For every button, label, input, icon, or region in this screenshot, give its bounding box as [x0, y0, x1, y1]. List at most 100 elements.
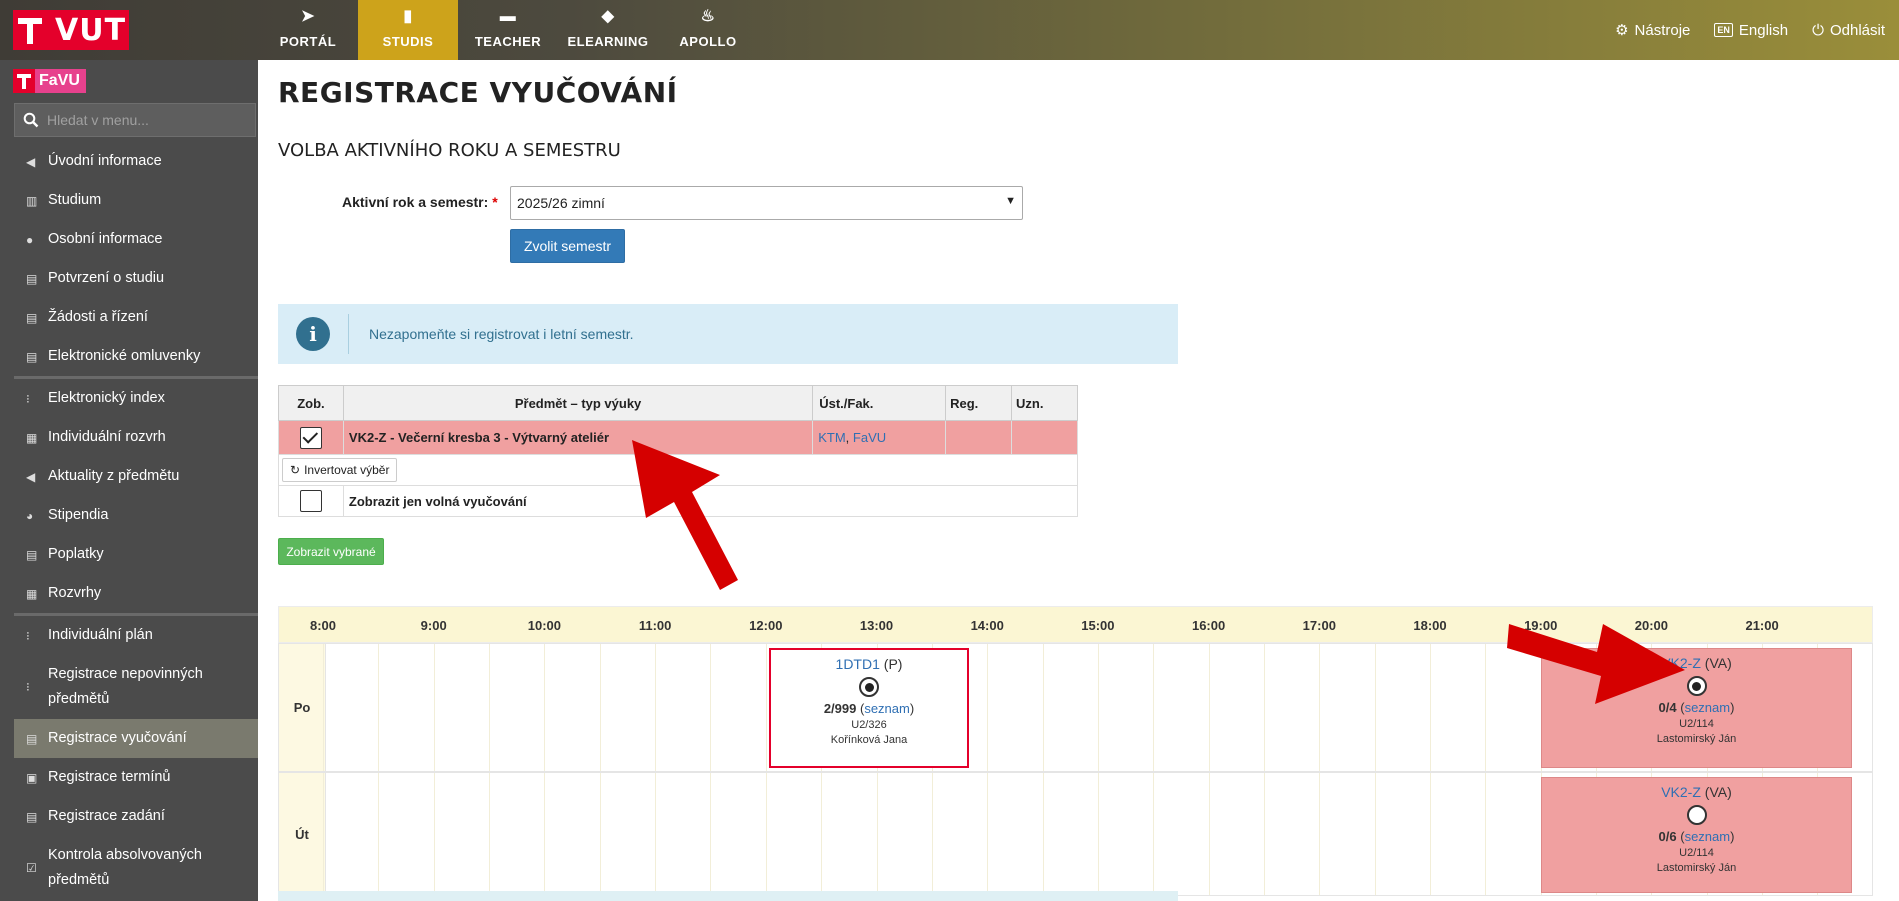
clipboard-check-icon: ▣ [26, 770, 38, 785]
section-title: VOLBA AKTIVNÍHO ROKU A SEMESTRU [278, 140, 621, 161]
grid-line [599, 773, 601, 895]
index-icon: ⁝ [26, 391, 30, 406]
sidebar-item-registrace-terminu[interactable]: ▣ Registrace termínů [14, 758, 258, 797]
chevron-down-icon: ▼ [1005, 195, 1016, 207]
vut-t-mark-icon [13, 10, 47, 50]
sidebar-item-stipendia[interactable]: ◕ Stipendia [14, 496, 258, 535]
sidebar-item-individualni-plan[interactable]: ⁝ Individuální plán [14, 616, 258, 655]
required-mark: * [492, 194, 498, 210]
event-type: (VA) [1704, 784, 1732, 800]
event-vk2z-ut[interactable]: VK2-Z (VA) 0/6 (seznam) U2/114 Lastomirs… [1541, 777, 1852, 893]
event-radio[interactable] [1686, 805, 1707, 825]
piggy-bank-icon: ◕ [26, 508, 34, 523]
faculty-t-icon [13, 69, 35, 93]
nav-label: APOLLO [679, 34, 737, 49]
menu-search-input[interactable] [47, 112, 247, 128]
grid-line [544, 773, 546, 895]
document-icon: ▤ [26, 809, 38, 824]
event-1dtd1[interactable]: 1DTD1 (P) 2/999 (seznam) U2/326 Kořínkov… [769, 648, 969, 768]
flame-icon: ♨ [700, 8, 716, 25]
sidebar-item-potvrzeni[interactable]: ▤ Potvrzení o studiu [14, 259, 258, 298]
info-icon: i [296, 317, 330, 351]
event-count: 2/999 [823, 701, 857, 716]
free-only-cell [278, 485, 344, 517]
free-only-checkbox[interactable] [299, 490, 322, 512]
sidebar-item-registrace-zadani[interactable]: ▤ Registrace zadání [14, 797, 258, 836]
choose-semester-button[interactable]: Zvolit semestr [510, 229, 625, 263]
logout-link[interactable]: ⏻ Odhlásit [1812, 22, 1885, 39]
check-square-icon: ☑ [26, 861, 37, 875]
show-selected-button[interactable]: Zobrazit vybrané [278, 538, 384, 565]
sidebar-item-zadosti[interactable]: ▤ Žádosti a řízení [14, 298, 258, 337]
grid-line [1042, 773, 1044, 895]
nav-label: TEACHER [474, 34, 542, 49]
sidebar-item-individualni-rozvrh[interactable]: ▦ Individuální rozvrh [14, 418, 258, 457]
semester-select[interactable]: 2025/26 zimní ▼ [510, 186, 1023, 220]
sidebar-item-registrace-nepovinnych[interactable]: ⁝ Registrace nepovinných předmětů [14, 655, 258, 719]
paper-plane-icon: ➤ [301, 8, 315, 25]
col-header-reg: Reg. [945, 385, 1013, 421]
event-count: 0/4 [1658, 700, 1677, 715]
sidebar-item-kontrola[interactable]: ☑ Kontrola absolvovaných předmětů [14, 836, 258, 900]
grid-line [378, 644, 380, 771]
col-header-inst: Úst./Fak. [812, 385, 947, 421]
event-radio[interactable] [859, 677, 879, 697]
sidebar-item-registrace-vyucovani[interactable]: ▤ Registrace vyučování [14, 719, 258, 758]
grid-line [1430, 773, 1431, 895]
nav-studis[interactable]: ▮ STUDIS [358, 0, 458, 60]
event-radio[interactable] [1686, 676, 1707, 696]
event-type: (P) [883, 656, 903, 672]
event-list-link[interactable]: seznam [1685, 829, 1731, 844]
event-code-link[interactable]: VK2-Z [1661, 655, 1701, 671]
invert-selection-button[interactable]: ↻ Invertovat výběr [282, 458, 398, 482]
sidebar: FaVU ◀ Úvodní informace ▥ Studium ● Osob… [0, 60, 258, 901]
grid-line [1208, 773, 1210, 895]
day-label: Po [279, 644, 326, 771]
grid-line [987, 644, 989, 771]
next-section-strip [278, 891, 1178, 901]
faculty-link[interactable]: FaVU [853, 430, 886, 445]
grid-line [876, 773, 878, 895]
megaphone-icon: ◀ [26, 154, 36, 169]
event-list-link[interactable]: seznam [1685, 700, 1731, 715]
nav-label: STUDIS [382, 34, 434, 49]
briefcase-icon: ▬ [499, 8, 517, 25]
language-link[interactable]: EN English [1714, 22, 1788, 39]
inst-link[interactable]: KTM [818, 430, 845, 445]
sidebar-item-poplatky[interactable]: ▤ Poplatky [14, 535, 258, 574]
table-row: VK2-Z - Večerní kresba 3 - Výtvarný atel… [278, 420, 1078, 455]
sidebar-item-rozvrhy[interactable]: ▦ Rozvrhy [14, 574, 258, 613]
document-icon: ▤ [26, 349, 38, 364]
vut-logo[interactable]: VUT [13, 10, 129, 50]
sidebar-item-aktuality[interactable]: ◀ Aktuality z předmětu [14, 457, 258, 496]
nav-elearning[interactable]: ◆ ELEARNING [558, 0, 658, 60]
show-subject-checkbox[interactable] [299, 426, 322, 449]
document-icon: ▤ [26, 271, 38, 286]
event-list-link[interactable]: seznam [864, 701, 910, 716]
nav-teacher[interactable]: ▬ TEACHER [458, 0, 558, 60]
event-vk2z-po[interactable]: VK2-Z (VA) 0/4 (seznam) U2/114 Lastomirs… [1541, 648, 1852, 768]
day-row-po: Po 1DTD1 (P) 2/999 (seznam) U2/326 Kořín… [278, 643, 1873, 772]
sidebar-item-elektronicky-index[interactable]: ⁝ Elektronický index [14, 379, 258, 418]
grid-line [323, 773, 324, 895]
sidebar-item-studium[interactable]: ▥ Studium [14, 181, 258, 220]
faculty-logo[interactable]: FaVU [13, 69, 86, 93]
info-text: Nezapomeňte si registrovat i letní semes… [369, 326, 634, 342]
grid-line [931, 773, 933, 895]
inst-separator: , [845, 430, 853, 445]
sidebar-item-omluvenky[interactable]: ▤ Elektronické omluvenky [14, 337, 258, 376]
nav-portal[interactable]: ➤ PORTÁL [258, 0, 358, 60]
tools-link[interactable]: ⚙ Nástroje [1615, 21, 1690, 40]
hour-label: 8:00 [309, 618, 337, 633]
flag-en-icon: EN [1714, 23, 1733, 37]
grid-line [765, 773, 767, 895]
event-code-link[interactable]: 1DTD1 [836, 656, 880, 672]
hour-label: 21:00 [1745, 618, 1779, 633]
hour-label: 10:00 [527, 618, 562, 633]
hour-label: 9:00 [420, 618, 447, 633]
event-code-link[interactable]: VK2-Z [1661, 784, 1701, 800]
day-row-ut: Út VK2-Z (VA) 0/6 (seznam) U2/114 Lastom… [278, 772, 1873, 896]
nav-apollo[interactable]: ♨ APOLLO [658, 0, 758, 60]
sidebar-item-uvodni-informace[interactable]: ◀ Úvodní informace [14, 142, 258, 181]
sidebar-item-osobni-informace[interactable]: ● Osobní informace [14, 220, 258, 259]
